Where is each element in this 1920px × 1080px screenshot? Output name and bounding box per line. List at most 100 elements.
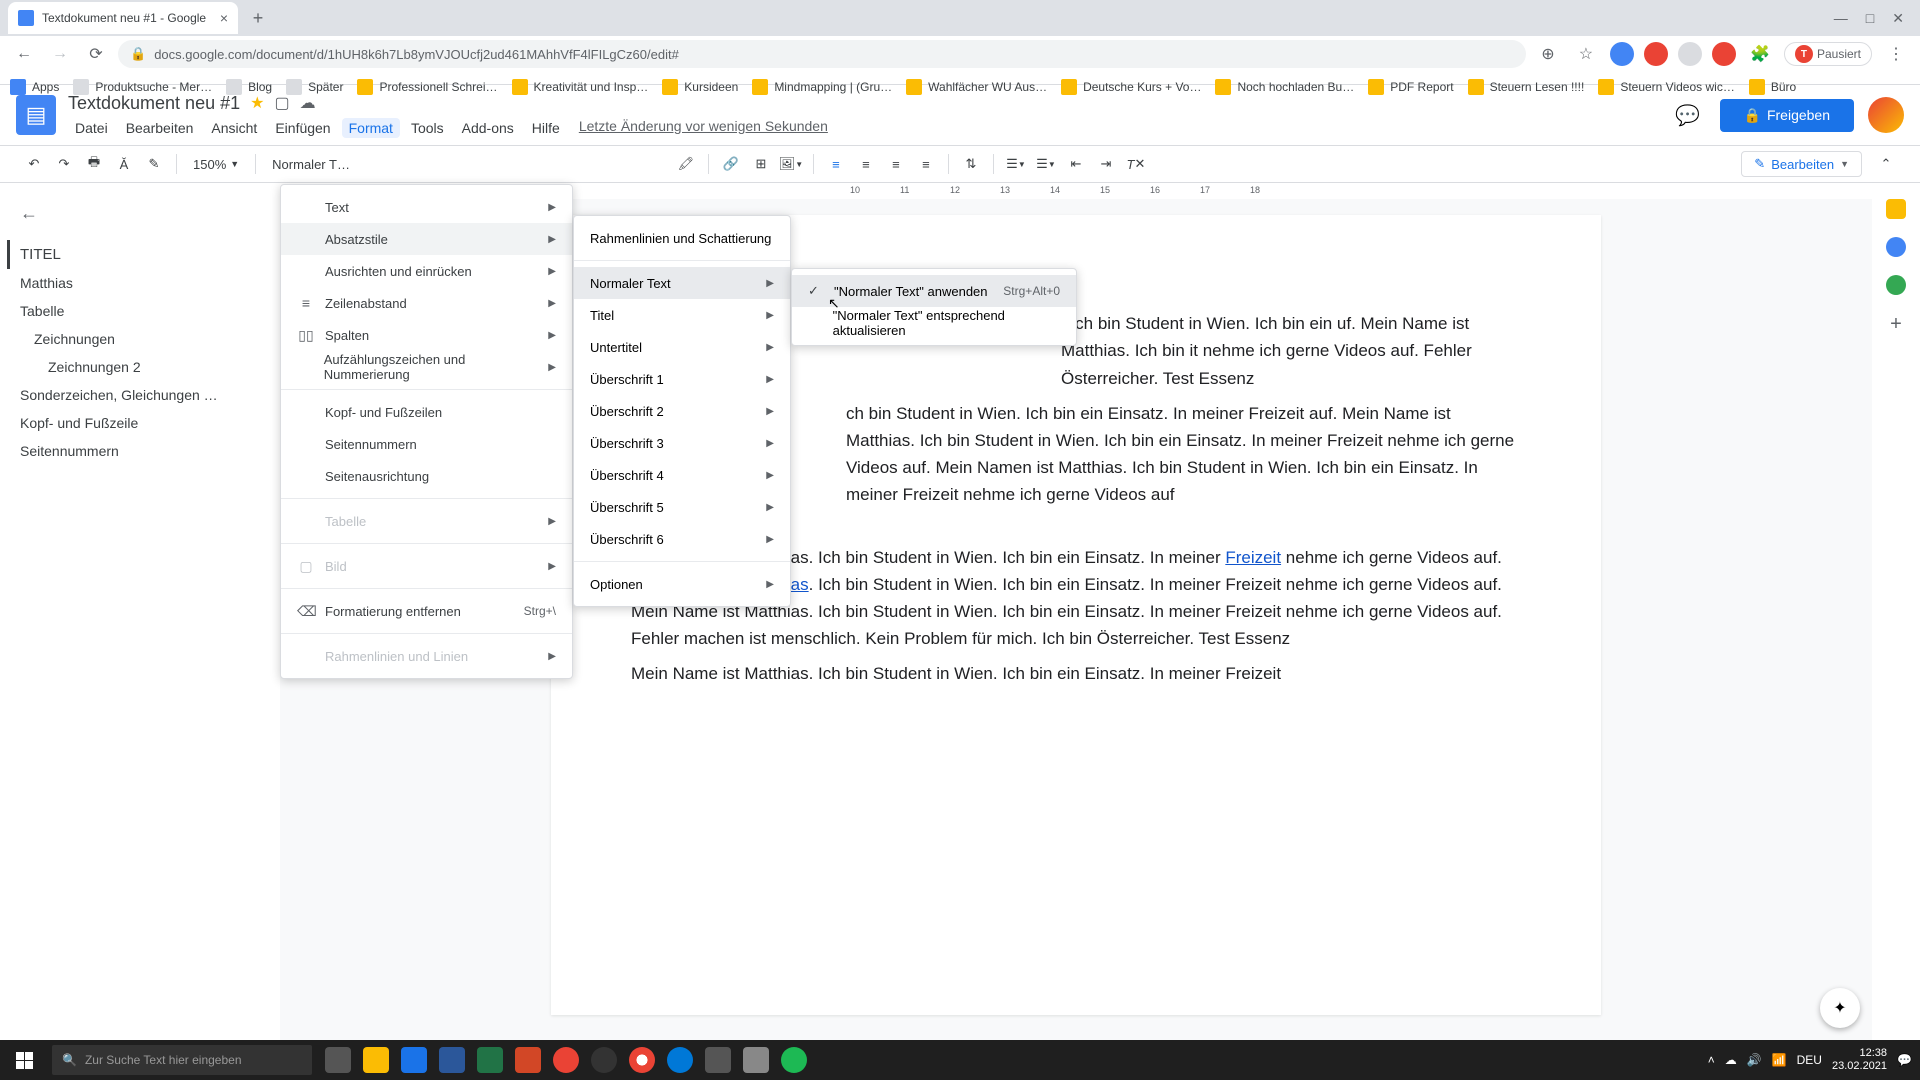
star-icon[interactable]: ★ [250, 93, 264, 113]
menu-einfügen[interactable]: Einfügen [268, 118, 337, 138]
bulleted-list-icon[interactable]: ☰ ▼ [1032, 150, 1060, 178]
bookmark-item[interactable]: Noch hochladen Bu… [1215, 79, 1354, 95]
link-icon[interactable]: 🔗 [717, 150, 745, 178]
outline-item[interactable]: Matthias [20, 269, 260, 297]
editing-mode-button[interactable]: ✎ Bearbeiten ▼ [1741, 151, 1862, 177]
menu-ansicht[interactable]: Ansicht [204, 118, 264, 138]
paint-format-icon[interactable]: ✎ [140, 150, 168, 178]
style-dropdown[interactable]: Normaler T… [264, 150, 358, 178]
back-icon[interactable]: ← [10, 40, 38, 68]
format-menu-item[interactable]: ≡Zeilenabstand▶ [281, 287, 572, 319]
paragraph-style-item[interactable]: Überschrift 4▶ [574, 459, 790, 491]
bookmark-item[interactable]: Deutsche Kurs + Vo… [1061, 79, 1201, 95]
spellcheck-icon[interactable]: Ǎ [110, 150, 138, 178]
decrease-indent-icon[interactable]: ⇤ [1062, 150, 1090, 178]
align-justify-icon[interactable]: ≡ [912, 150, 940, 178]
paragraph-style-item[interactable]: Überschrift 5▶ [574, 491, 790, 523]
docs-logo[interactable]: ▤ [16, 95, 56, 135]
outline-item[interactable]: TITEL [7, 240, 260, 269]
tray-volume-icon[interactable]: 🔊 [1747, 1053, 1762, 1067]
taskbar-app-icon[interactable] [738, 1042, 774, 1078]
taskbar-search[interactable]: 🔍 Zur Suche Text hier eingeben [52, 1045, 312, 1075]
add-comment-icon[interactable]: ⊞ [747, 150, 775, 178]
line-spacing-icon[interactable]: ⇅ [957, 150, 985, 178]
menu-tools[interactable]: Tools [404, 118, 451, 138]
increase-indent-icon[interactable]: ⇥ [1092, 150, 1120, 178]
bookmark-item[interactable]: PDF Report [1368, 79, 1453, 95]
paragraph-style-item[interactable]: Überschrift 3▶ [574, 427, 790, 459]
extension-icon[interactable] [1678, 42, 1702, 66]
tray-chevron-icon[interactable]: ˄ [1708, 1053, 1715, 1067]
format-menu-item[interactable]: ▯▯Spalten▶ [281, 319, 572, 351]
highlight-icon[interactable]: 🖍 [672, 150, 700, 178]
taskbar-chrome-icon[interactable] [624, 1042, 660, 1078]
format-menu-item[interactable]: Kopf- und Fußzeilen [281, 396, 572, 428]
paragraph-style-item[interactable]: Rahmenlinien und Schattierung [574, 222, 790, 254]
taskbar-edge-icon[interactable] [662, 1042, 698, 1078]
bookmark-item[interactable]: Apps [10, 79, 59, 95]
zoom-dropdown[interactable]: 150% ▼ [185, 150, 247, 178]
extensions-icon[interactable]: 🧩 [1746, 40, 1774, 68]
bookmark-item[interactable]: Wahlfächer WU Aus… [906, 79, 1047, 95]
outline-item[interactable]: Sonderzeichen, Gleichungen … [20, 381, 260, 409]
addons-plus-icon[interactable]: + [1890, 313, 1902, 336]
print-icon[interactable]: 🖶 [80, 150, 108, 178]
paragraph-style-item[interactable]: Titel▶ [574, 299, 790, 331]
taskbar-ppt-icon[interactable] [510, 1042, 546, 1078]
bookmark-item[interactable]: Steuern Lesen !!!! [1468, 79, 1585, 95]
paragraph-style-item[interactable]: Überschrift 6▶ [574, 523, 790, 555]
browser-tab[interactable]: Textdokument neu #1 - Google × [8, 2, 238, 34]
close-tab-icon[interactable]: × [220, 10, 228, 26]
format-menu-item[interactable]: Aufzählungszeichen und Nummerierung▶ [281, 351, 572, 383]
close-window-icon[interactable]: ✕ [1892, 10, 1904, 27]
taskbar-app-icon[interactable] [358, 1042, 394, 1078]
new-tab-button[interactable]: + [244, 4, 272, 32]
collapse-icon[interactable]: ⌃ [1872, 150, 1900, 178]
keep-icon[interactable] [1886, 199, 1906, 219]
reload-icon[interactable]: ⟳ [82, 40, 110, 68]
menu-datei[interactable]: Datei [68, 118, 115, 138]
align-center-icon[interactable]: ≡ [852, 150, 880, 178]
outline-item[interactable]: Kopf- und Fußzeile [20, 409, 260, 437]
taskbar-spotify-icon[interactable] [776, 1042, 812, 1078]
align-right-icon[interactable]: ≡ [882, 150, 910, 178]
extension-icon[interactable] [1712, 42, 1736, 66]
format-menu-item[interactable]: Seitennummern [281, 428, 572, 460]
align-left-icon[interactable]: ≡ [822, 150, 850, 178]
paragraph-style-item[interactable]: Optionen▶ [574, 568, 790, 600]
clear-formatting-icon[interactable]: T✕ [1122, 150, 1150, 178]
extension-icon[interactable] [1610, 42, 1634, 66]
minimize-icon[interactable]: — [1834, 10, 1848, 27]
tray-lang[interactable]: DEU [1797, 1053, 1822, 1067]
task-view-icon[interactable] [320, 1042, 356, 1078]
taskbar-word-icon[interactable] [434, 1042, 470, 1078]
outline-item[interactable]: Tabelle [20, 297, 260, 325]
explore-button[interactable]: ✦ [1820, 988, 1860, 1028]
move-folder-icon[interactable]: ▢ [274, 93, 289, 113]
paragraph-style-item[interactable]: Überschrift 1▶ [574, 363, 790, 395]
outline-back-icon[interactable]: ← [20, 203, 260, 224]
paragraph-style-item[interactable]: Überschrift 2▶ [574, 395, 790, 427]
zoom-icon[interactable]: ⊕ [1534, 40, 1562, 68]
tray-notifications-icon[interactable]: 💬 [1897, 1053, 1912, 1067]
outline-item[interactable]: Zeichnungen 2 [20, 353, 260, 381]
start-button[interactable] [0, 1040, 48, 1080]
redo-icon[interactable]: ↷ [50, 150, 78, 178]
menu-bearbeiten[interactable]: Bearbeiten [119, 118, 201, 138]
bookmark-item[interactable]: Steuern Videos wic… [1598, 79, 1735, 95]
tray-clock[interactable]: 12:38 23.02.2021 [1832, 1047, 1887, 1073]
format-menu-item[interactable]: Ausrichten und einrücken▶ [281, 255, 572, 287]
forward-icon[interactable]: → [46, 40, 74, 68]
comment-history-icon[interactable]: 💬 [1670, 97, 1706, 133]
numbered-list-icon[interactable]: ☰ ▼ [1002, 150, 1030, 178]
link-freizeit[interactable]: Freizeit [1225, 548, 1281, 567]
menu-icon[interactable]: ⋮ [1882, 40, 1910, 68]
tasks-icon[interactable] [1886, 237, 1906, 257]
format-menu-item[interactable]: Seitenausrichtung [281, 460, 572, 492]
menu-format[interactable]: Format [342, 118, 400, 138]
profile-paused-button[interactable]: T Pausiert [1784, 42, 1872, 66]
format-menu-item[interactable]: ⌫Formatierung entfernenStrg+\ [281, 595, 572, 627]
paragraph-style-item[interactable]: Normaler Text▶ [574, 267, 790, 299]
menu-hilfe[interactable]: Hilfe [525, 118, 567, 138]
taskbar-app-icon[interactable] [586, 1042, 622, 1078]
